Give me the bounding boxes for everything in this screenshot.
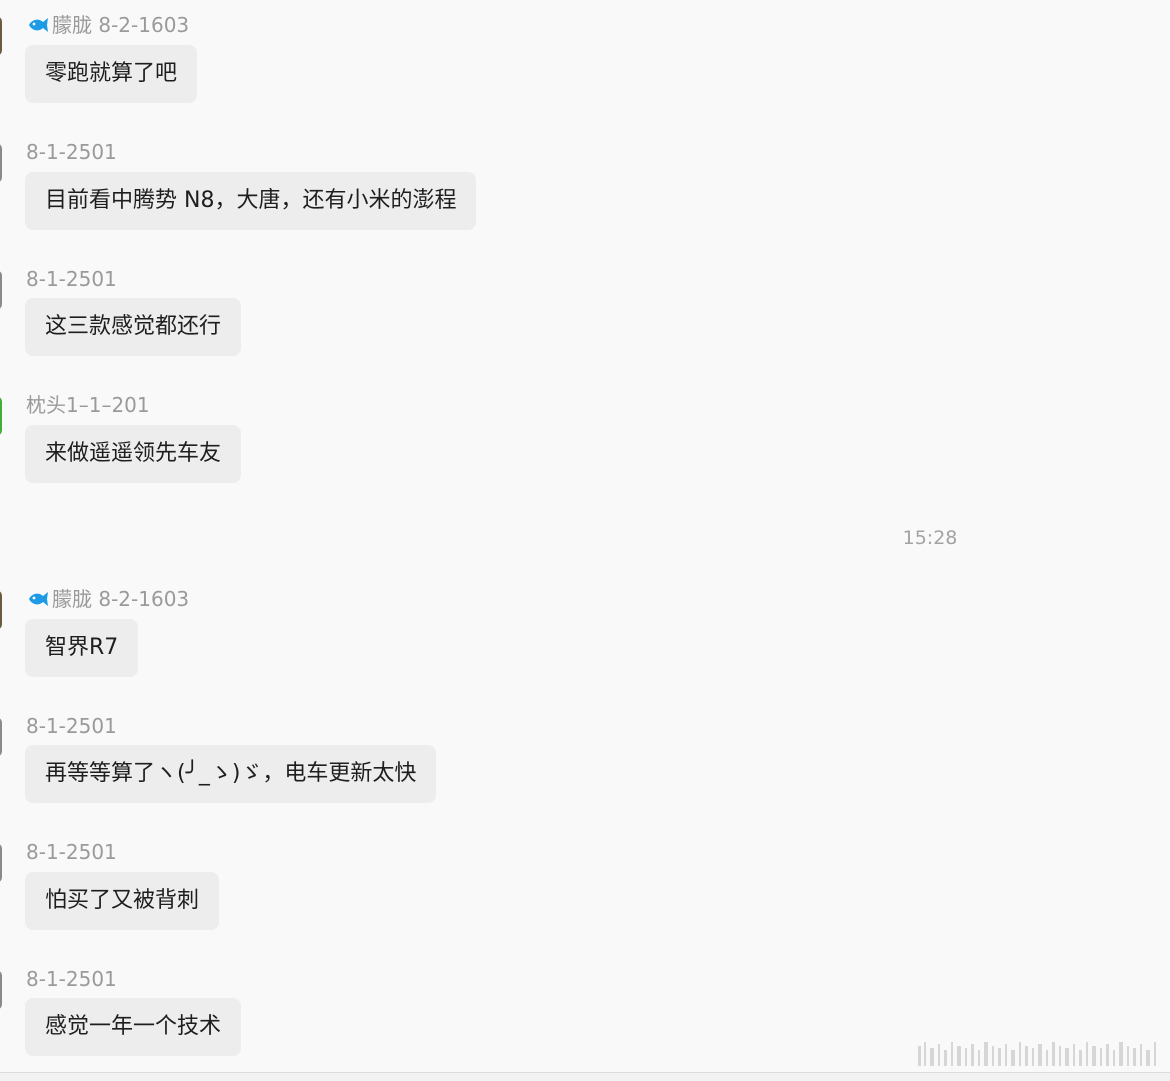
sender-name-text: 8-1-2501	[26, 714, 117, 738]
message-bubble[interactable]: 感觉一年一个技术	[25, 998, 242, 1056]
fish-icon	[29, 18, 48, 32]
message-bubble[interactable]: 目前看中腾势 N8，大唐，还有小米的澎程	[25, 172, 477, 230]
sender-name: 朦胧 8-2-1603	[26, 12, 189, 38]
avatar[interactable]	[0, 970, 2, 1010]
message-bubble[interactable]: 零跑就算了吧	[25, 45, 198, 103]
sender-name-text: 枕头1–1–201	[26, 393, 150, 417]
sender-name-text: 朦胧 8-2-1603	[52, 13, 190, 37]
message-bubble[interactable]: 这三款感觉都还行	[25, 298, 242, 356]
time-divider: 15:28	[902, 527, 958, 549]
avatar[interactable]	[0, 590, 2, 630]
sender-name: 枕头1–1–201	[26, 392, 150, 418]
avatar[interactable]	[0, 143, 2, 183]
message-bubble[interactable]: 怕买了又被背刺	[25, 872, 220, 930]
sender-name: 8-1-2501	[26, 966, 117, 992]
avatar[interactable]	[0, 396, 2, 436]
message-bubble[interactable]: 智界R7	[25, 619, 139, 677]
sender-name: 8-1-2501	[26, 713, 117, 739]
fish-icon	[29, 592, 48, 606]
sender-name: 8-1-2501	[26, 139, 117, 165]
sender-name: 朦胧 8-2-1603	[26, 586, 189, 612]
avatar[interactable]	[0, 717, 2, 757]
sender-name: 8-1-2501	[26, 266, 117, 292]
sender-name: 8-1-2501	[26, 839, 117, 865]
message-bubble[interactable]: 来做遥遥领先车友	[25, 425, 242, 483]
sender-name-text: 8-1-2501	[26, 267, 117, 291]
avatar[interactable]	[0, 843, 2, 883]
sender-name-text: 8-1-2501	[26, 967, 117, 991]
sender-name-text: 朦胧 8-2-1603	[52, 587, 190, 611]
avatar[interactable]	[0, 16, 2, 56]
message-bubble[interactable]: 再等等算了ヽ(╯_ゝ)ゞ，电车更新太快	[25, 745, 437, 803]
chat-message-list[interactable]: 朦胧 8-2-1603 零跑就算了吧 8-1-2501 目前看中腾势 N8，大唐…	[0, 0, 1170, 1072]
watermark-barcode-icon	[918, 1042, 1156, 1066]
avatar[interactable]	[0, 270, 2, 310]
sender-name-text: 8-1-2501	[26, 840, 117, 864]
sender-name-text: 8-1-2501	[26, 140, 117, 164]
